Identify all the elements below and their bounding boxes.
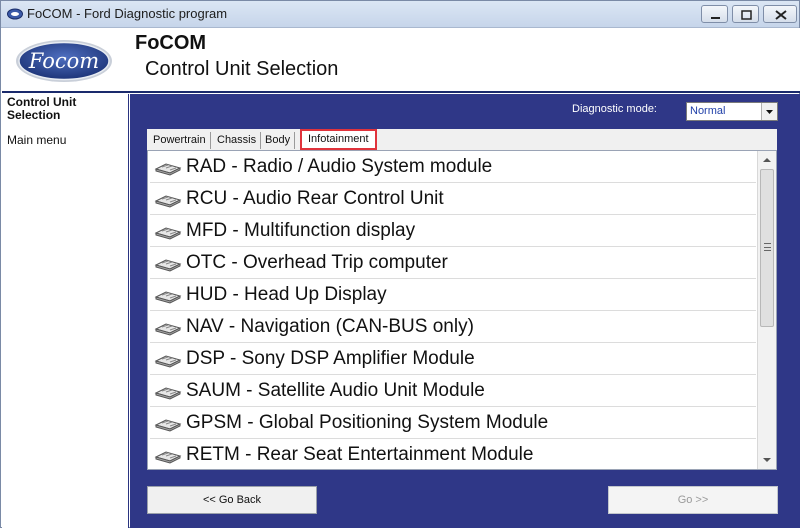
- diagnostic-mode-select[interactable]: Normal: [686, 102, 778, 121]
- module-label: SAUM - Satellite Audio Unit Module: [186, 380, 485, 401]
- scrollbar[interactable]: [757, 151, 776, 469]
- tab-powertrain[interactable]: Powertrain: [149, 132, 211, 149]
- title-bar: FoCOM - Ford Diagnostic program: [1, 1, 799, 28]
- list-item[interactable]: DSP - Sony DSP Amplifier Module: [150, 343, 756, 375]
- module-icon: [154, 355, 182, 368]
- module-icon: [154, 163, 182, 176]
- scrollbar-thumb[interactable]: [760, 169, 774, 327]
- focom-logo: Focom: [16, 40, 112, 82]
- module-label: GPSM - Global Positioning System Module: [186, 412, 549, 433]
- list-item[interactable]: SAUM - Satellite Audio Unit Module: [150, 375, 756, 407]
- tab-infotainment[interactable]: Infotainment: [300, 129, 377, 150]
- module-rows: RAD - Radio / Audio System module RCU - A…: [150, 151, 756, 469]
- module-icon: [154, 227, 182, 240]
- minimize-icon: [711, 17, 720, 19]
- sidebar: Control Unit Selection Main menu: [2, 94, 129, 528]
- sidebar-item-main-menu[interactable]: Main menu: [7, 133, 66, 147]
- sidebar-current-page: Control Unit Selection: [7, 95, 77, 122]
- main-panel: Diagnostic mode: Normal Powertrain Chass…: [130, 94, 800, 528]
- minimize-button[interactable]: [701, 5, 728, 23]
- list-item[interactable]: GPSM - Global Positioning System Module: [150, 407, 756, 439]
- module-list: RAD - Radio / Audio System module RCU - A…: [147, 150, 777, 470]
- close-button[interactable]: [763, 5, 797, 23]
- scroll-up-icon[interactable]: [759, 153, 775, 167]
- module-label: RCU - Audio Rear Control Unit: [186, 188, 444, 209]
- scroll-down-icon[interactable]: [759, 453, 775, 467]
- tab-chassis[interactable]: Chassis: [213, 132, 262, 149]
- go-back-button[interactable]: << Go Back: [147, 486, 317, 514]
- module-icon: [154, 387, 182, 400]
- page-title: Control Unit Selection: [145, 58, 339, 80]
- list-item[interactable]: MFD - Multifunction display: [150, 215, 756, 247]
- module-icon: [154, 259, 182, 272]
- module-label: OTC - Overhead Trip computer: [186, 252, 448, 273]
- module-label: RETM - Rear Seat Entertainment Module: [186, 444, 534, 465]
- module-label: HUD - Head Up Display: [186, 284, 387, 305]
- module-label: MFD - Multifunction display: [186, 220, 416, 241]
- list-item[interactable]: HUD - Head Up Display: [150, 279, 756, 311]
- go-button[interactable]: Go >>: [608, 486, 778, 514]
- grip-icon: [764, 243, 771, 251]
- list-item[interactable]: NAV - Navigation (CAN-BUS only): [150, 311, 756, 343]
- module-label: NAV - Navigation (CAN-BUS only): [186, 316, 474, 337]
- module-icon: [154, 195, 182, 208]
- category-tabs: Powertrain Chassis Body Infotainment: [147, 129, 777, 150]
- module-icon: [154, 419, 182, 432]
- list-item[interactable]: RETM - Rear Seat Entertainment Module: [150, 439, 756, 469]
- app-window: FoCOM - Ford Diagnostic program Focom Fo…: [0, 0, 800, 528]
- close-icon: [775, 10, 787, 20]
- list-item[interactable]: RAD - Radio / Audio System module: [150, 151, 756, 183]
- list-item[interactable]: OTC - Overhead Trip computer: [150, 247, 756, 279]
- module-label: DSP - Sony DSP Amplifier Module: [186, 348, 475, 369]
- diagnostic-mode-value: Normal: [690, 105, 726, 117]
- tab-body[interactable]: Body: [261, 132, 296, 149]
- app-name: FoCOM: [135, 32, 207, 54]
- module-icon: [154, 451, 182, 464]
- module-icon: [154, 291, 182, 304]
- list-item[interactable]: RCU - Audio Rear Control Unit: [150, 183, 756, 215]
- window-title: FoCOM - Ford Diagnostic program: [27, 6, 228, 21]
- module-label: RAD - Radio / Audio System module: [186, 156, 493, 177]
- maximize-button[interactable]: [732, 5, 759, 23]
- chevron-down-icon[interactable]: [761, 103, 777, 120]
- module-icon: [154, 323, 182, 336]
- app-icon: [7, 8, 23, 20]
- diagnostic-mode-label: Diagnostic mode:: [572, 103, 657, 115]
- svg-text:Focom: Focom: [28, 49, 99, 73]
- maximize-icon: [741, 10, 752, 20]
- header: Focom FoCOM Control Unit Selection: [2, 28, 800, 93]
